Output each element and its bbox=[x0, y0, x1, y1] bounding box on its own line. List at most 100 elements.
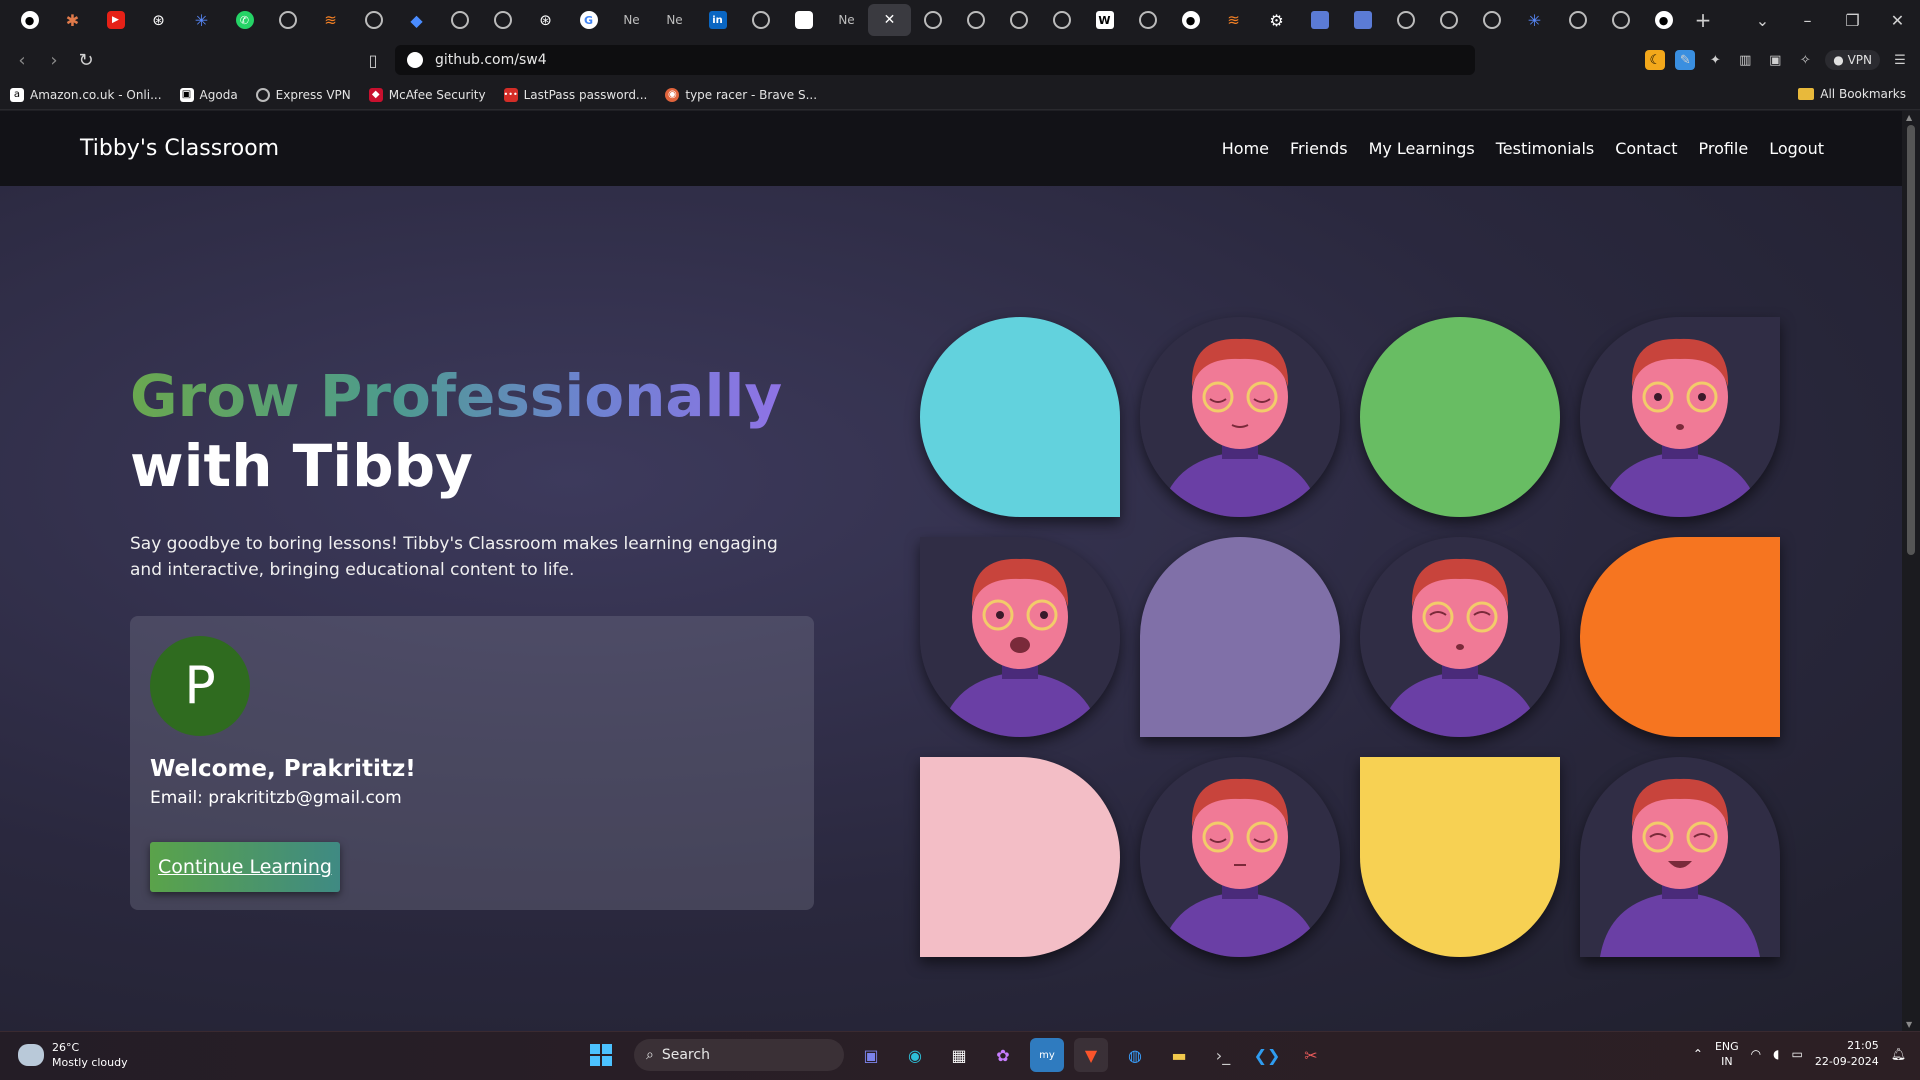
bookmark-icon[interactable]: ▯ bbox=[357, 51, 389, 70]
restore-button[interactable]: ❐ bbox=[1830, 11, 1875, 30]
clock[interactable]: 21:05 22-09-2024 bbox=[1815, 1038, 1879, 1070]
tab-stackoverflow-2[interactable]: ≋ bbox=[1212, 4, 1255, 36]
tab-perplexity-2[interactable]: ✳ bbox=[1513, 4, 1556, 36]
tab-web-7[interactable] bbox=[954, 4, 997, 36]
tab-perplexity[interactable]: ✳ bbox=[180, 4, 223, 36]
nav-profile[interactable]: Profile bbox=[1698, 139, 1748, 158]
terminal-icon[interactable]: ›_ bbox=[1206, 1038, 1240, 1072]
nav-my-learnings[interactable]: My Learnings bbox=[1369, 139, 1475, 158]
bookmark-expressvpn[interactable]: Express VPN bbox=[255, 87, 351, 102]
tab-github-2[interactable]: ● bbox=[1169, 4, 1212, 36]
tab-web-6[interactable] bbox=[911, 4, 954, 36]
tab-new-3[interactable]: Ne bbox=[825, 4, 868, 36]
tab-web-5[interactable] bbox=[739, 4, 782, 36]
extension-icon[interactable]: ☾ bbox=[1645, 50, 1666, 70]
chevron-up-icon[interactable]: ⌃ bbox=[1693, 1047, 1703, 1061]
tab-youtube[interactable]: ▶ bbox=[94, 4, 137, 36]
tab-web-15[interactable] bbox=[1599, 4, 1642, 36]
scroll-down-icon[interactable]: ▼ bbox=[1906, 1020, 1912, 1029]
tab-web-12[interactable] bbox=[1427, 4, 1470, 36]
file-explorer-icon[interactable]: ▬ bbox=[1162, 1038, 1196, 1072]
copilot-icon[interactable]: ✿ bbox=[986, 1038, 1020, 1072]
tab-search-button[interactable]: ⌄ bbox=[1740, 11, 1785, 30]
bookmark-lastpass[interactable]: ••• LastPass password... bbox=[504, 87, 647, 102]
tab-web-11[interactable] bbox=[1384, 4, 1427, 36]
tab-chatgpt[interactable]: ⊛ bbox=[137, 4, 180, 36]
tab-web-9[interactable] bbox=[1040, 4, 1083, 36]
continue-learning-button[interactable]: Continue Learning bbox=[150, 842, 340, 892]
tab-web-1[interactable] bbox=[266, 4, 309, 36]
tab-web-14[interactable] bbox=[1556, 4, 1599, 36]
bookmark-mcafee[interactable]: ◆ McAfee Security bbox=[368, 87, 486, 102]
reload-icon[interactable]: ↻ bbox=[70, 50, 102, 71]
wifi-icon[interactable]: ◠ bbox=[1751, 1047, 1761, 1061]
tab-web-2[interactable] bbox=[352, 4, 395, 36]
wallet-icon[interactable]: ▣ bbox=[1765, 50, 1785, 70]
tab-gemini[interactable]: ◆ bbox=[395, 4, 438, 36]
tab-web-10[interactable] bbox=[1126, 4, 1169, 36]
tab-claude[interactable]: ✱ bbox=[51, 4, 94, 36]
nav-home[interactable]: Home bbox=[1222, 139, 1269, 158]
tab-web-13[interactable] bbox=[1470, 4, 1513, 36]
brave-icon[interactable]: ▼ bbox=[1074, 1038, 1108, 1072]
menu-icon[interactable]: ☰ bbox=[1890, 50, 1910, 70]
tab-linkedin[interactable]: in bbox=[696, 4, 739, 36]
back-icon[interactable]: ‹ bbox=[6, 50, 38, 71]
tab-whatsapp[interactable]: ✆ bbox=[223, 4, 266, 36]
pen-extension-icon[interactable]: ✎ bbox=[1675, 50, 1696, 70]
tab-web-8[interactable] bbox=[997, 4, 1040, 36]
bookmark-agoda[interactable]: ▣ Agoda bbox=[179, 87, 238, 102]
battery-icon[interactable]: ▭ bbox=[1791, 1047, 1802, 1061]
tab-web-3[interactable] bbox=[438, 4, 481, 36]
nav-friends[interactable]: Friends bbox=[1290, 139, 1348, 158]
site-brand[interactable]: Tibby's Classroom bbox=[80, 136, 279, 161]
leo-icon[interactable]: ✧ bbox=[1795, 50, 1815, 70]
tab-new-2[interactable]: Ne bbox=[653, 4, 696, 36]
browser-icon[interactable]: ◍ bbox=[1118, 1038, 1152, 1072]
bookmark-typeracer[interactable]: ◉ type racer - Brave S... bbox=[665, 87, 817, 102]
minimize-button[interactable]: – bbox=[1785, 11, 1830, 30]
nav-testimonials[interactable]: Testimonials bbox=[1496, 139, 1595, 158]
tab-web-4[interactable] bbox=[481, 4, 524, 36]
tab-chatgpt-2[interactable]: ⊛ bbox=[524, 4, 567, 36]
close-window-button[interactable]: ✕ bbox=[1875, 11, 1920, 30]
notification-bell-icon[interactable]: 🔔︎ bbox=[1891, 1047, 1906, 1061]
tab-github-3[interactable]: ● bbox=[1642, 4, 1685, 36]
sidebar-icon[interactable]: ▥ bbox=[1735, 50, 1755, 70]
mysql-icon[interactable]: my bbox=[1030, 1038, 1064, 1072]
teams-icon[interactable]: ▣ bbox=[854, 1038, 888, 1072]
tab-active-close[interactable]: ✕ bbox=[868, 4, 911, 36]
tab-wikipedia[interactable]: W bbox=[1083, 4, 1126, 36]
new-tab-button[interactable]: + bbox=[1685, 8, 1721, 32]
page-scrollbar[interactable]: ▲ ▼ bbox=[1902, 111, 1920, 1031]
volume-icon[interactable]: ◖ bbox=[1773, 1047, 1779, 1061]
edge-icon[interactable]: ◉ bbox=[898, 1038, 932, 1072]
tab-new-1[interactable]: Ne bbox=[610, 4, 653, 36]
taskbar-search[interactable]: ⌕ Search bbox=[634, 1039, 844, 1071]
snipping-tool-icon[interactable]: ✂ bbox=[1294, 1038, 1328, 1072]
scroll-up-icon[interactable]: ▲ bbox=[1906, 113, 1912, 122]
vscode-icon[interactable]: ❮❯ bbox=[1250, 1038, 1284, 1072]
forward-icon[interactable]: › bbox=[38, 50, 70, 71]
language-indicator[interactable]: ENG IN bbox=[1715, 1039, 1739, 1069]
tab-app-2[interactable] bbox=[1341, 4, 1384, 36]
tab-app-1[interactable] bbox=[1298, 4, 1341, 36]
windows-start-icon[interactable] bbox=[590, 1044, 612, 1066]
tab-settings[interactable]: ⚙ bbox=[1255, 4, 1298, 36]
tab-google[interactable]: G bbox=[567, 4, 610, 36]
vpn-button[interactable]: ● VPN bbox=[1825, 50, 1880, 70]
stackoverflow-icon: ≋ bbox=[1227, 11, 1240, 29]
scrollbar-thumb[interactable] bbox=[1907, 125, 1915, 555]
all-bookmarks-button[interactable]: All Bookmarks bbox=[1798, 87, 1906, 101]
puzzle-icon[interactable]: ✦ bbox=[1705, 50, 1725, 70]
store-icon[interactable]: ▦ bbox=[942, 1038, 976, 1072]
nav-contact[interactable]: Contact bbox=[1615, 139, 1677, 158]
address-bar[interactable]: github.com/sw4 bbox=[395, 45, 1475, 75]
weather-widget[interactable]: 26°C Mostly cloudy bbox=[18, 1040, 128, 1070]
bookmark-amazon[interactable]: a Amazon.co.uk - Onli... bbox=[10, 87, 162, 102]
close-icon[interactable]: ✕ bbox=[884, 12, 896, 28]
tab-notion[interactable] bbox=[782, 4, 825, 36]
tab-github[interactable]: ● bbox=[8, 4, 51, 36]
tab-stackoverflow[interactable]: ≋ bbox=[309, 4, 352, 36]
nav-logout[interactable]: Logout bbox=[1769, 139, 1824, 158]
